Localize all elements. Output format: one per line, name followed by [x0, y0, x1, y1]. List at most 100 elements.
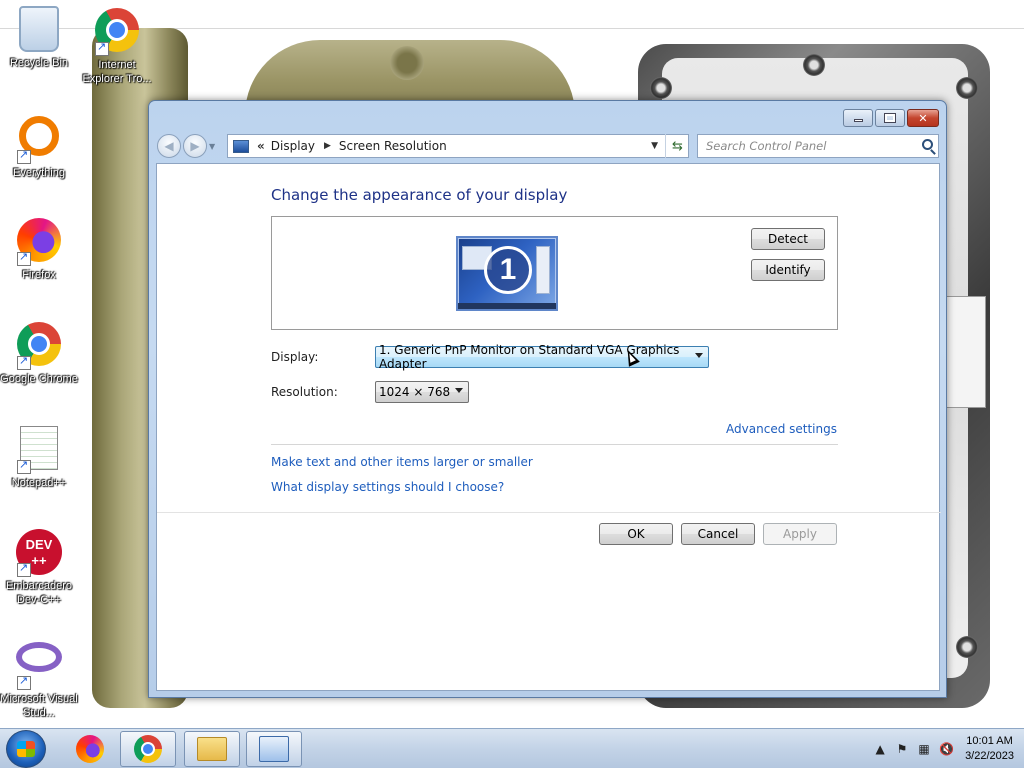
chevron-down-icon: ▼ [209, 141, 216, 151]
wallpaper-screw [956, 77, 978, 99]
nav-buttons: ◀ ▶ ▼ [157, 134, 219, 158]
monitor-window-shape [536, 246, 550, 294]
desktop-icon-label: Embarcadero Dev-C++ [5, 580, 73, 606]
desktop-icon-label: Firefox [22, 269, 56, 281]
folder-icon [197, 737, 227, 761]
identify-button[interactable]: Identify [751, 259, 825, 281]
breadcrumb-separator-icon[interactable]: ▶ [324, 141, 331, 151]
taskbar-chrome[interactable] [120, 731, 176, 767]
show-hidden-icons-button[interactable]: ▲ [873, 742, 887, 756]
start-button[interactable] [6, 730, 46, 768]
resolution-label: Resolution: [271, 385, 338, 399]
taskbar: ▲ ⚑ ▦ 🔇 10:01 AM 3/22/2023 [0, 728, 1024, 768]
detect-button[interactable]: Detect [751, 228, 825, 250]
desktop-icon-recycle-bin[interactable]: Recycle Bin [0, 6, 78, 70]
maximize-icon [884, 113, 896, 123]
search-box[interactable]: Search Control Panel [697, 134, 939, 158]
control-panel-icon [259, 736, 289, 762]
window-controls: ✕ [841, 109, 939, 127]
system-tray: ▲ ⚑ ▦ 🔇 10:01 AM 3/22/2023 [869, 729, 1014, 768]
recent-pages-button[interactable]: ▼ [209, 142, 219, 151]
wallpaper-screw [956, 636, 978, 658]
shortcut-arrow-icon [17, 250, 31, 266]
desktop-icon-label: Microsoft Visual Stud... [0, 693, 78, 719]
desktop-icon-internet-explorer[interactable]: Internet Explorer Tro... [78, 6, 156, 86]
network-icon[interactable]: ▦ [917, 742, 931, 756]
navigation-bar: ◀ ▶ ▼ « Display ▶ Screen Resolution ▼ ⇆ … [157, 134, 939, 158]
breadcrumb-overflow[interactable]: « [257, 139, 265, 153]
search-icon[interactable] [922, 139, 933, 150]
refresh-button[interactable]: ⇆ [665, 134, 689, 158]
back-button[interactable]: ◀ [157, 134, 181, 158]
screen-resolution-window: ✕ ◀ ▶ ▼ « Display ▶ Screen Resolution ▼ … [148, 100, 947, 698]
chevron-down-icon [695, 353, 703, 358]
monitor-number: 1 [484, 246, 532, 294]
taskbar-firefox[interactable] [62, 731, 118, 767]
taskbar-clock[interactable]: 10:01 AM 3/22/2023 [965, 734, 1014, 764]
shortcut-arrow-icon [17, 458, 31, 474]
separator [157, 512, 941, 513]
desktop-icon-notepad-plus-plus[interactable]: Notepad++ [0, 424, 78, 490]
windows-logo-icon [17, 741, 35, 757]
action-center-flag-icon[interactable]: ⚑ [895, 742, 909, 756]
resolution-select-value: 1024 × 768 [379, 385, 451, 399]
monitor-taskbar-shape [458, 303, 556, 309]
cancel-button[interactable]: Cancel [681, 523, 755, 545]
recycle-bin-icon [19, 6, 59, 52]
address-bar[interactable]: « Display ▶ Screen Resolution ▼ [227, 134, 689, 158]
wallpaper-screw [650, 77, 672, 99]
minimize-icon [853, 119, 863, 122]
desktop-icon-label: Notepad++ [11, 477, 67, 489]
desktop-icon-google-chrome[interactable]: Google Chrome [0, 320, 78, 386]
chrome-icon [134, 735, 162, 763]
wallpaper-screw [803, 54, 825, 76]
desktop-icon-label: Google Chrome [0, 373, 78, 385]
desktop-icon-firefox[interactable]: Firefox [0, 216, 78, 282]
desktop-icon-label: Recycle Bin [9, 57, 69, 69]
display-select[interactable]: 1. Generic PnP Monitor on Standard VGA G… [375, 343, 709, 371]
firefox-icon [76, 735, 104, 763]
monitor-1-thumbnail[interactable]: 1 [456, 236, 558, 311]
desktop-icon-label: Internet Explorer Tro... [82, 59, 152, 85]
desktop-icon-visual-studio[interactable]: Microsoft Visual Stud... [0, 632, 78, 720]
apply-button[interactable]: Apply [763, 523, 837, 545]
desktop-icon-everything[interactable]: Everything [0, 112, 78, 180]
desktop-icon-label: Everything [13, 167, 65, 179]
volume-muted-icon[interactable]: 🔇 [939, 742, 954, 756]
close-button[interactable]: ✕ [907, 109, 939, 127]
minimize-button[interactable] [843, 109, 873, 127]
desktop-icon-dev-cpp[interactable]: DEV ++ Embarcadero Dev-C++ [0, 528, 78, 607]
resolution-select[interactable]: 1024 × 768 [375, 381, 469, 403]
separator [271, 444, 838, 445]
close-icon: ✕ [918, 111, 928, 125]
shortcut-arrow-icon [17, 148, 31, 164]
advanced-settings-link[interactable]: Advanced settings [726, 422, 837, 436]
display-help-link[interactable]: What display settings should I choose? [271, 480, 504, 494]
taskbar-control-panel[interactable] [246, 731, 302, 767]
forward-button[interactable]: ▶ [183, 134, 207, 158]
ok-button[interactable]: OK [599, 523, 673, 545]
breadcrumb-item-screen-resolution[interactable]: Screen Resolution [339, 139, 447, 153]
content-pane: Change the appearance of your display 1 … [156, 163, 941, 691]
breadcrumb-item-display[interactable]: Display [271, 139, 315, 153]
shortcut-arrow-icon [95, 40, 109, 56]
shortcut-arrow-icon [17, 561, 31, 577]
text-size-link[interactable]: Make text and other items larger or smal… [271, 455, 533, 469]
maximize-button[interactable] [875, 109, 905, 127]
taskbar-file-explorer[interactable] [184, 731, 240, 767]
clock-time: 10:01 AM [966, 735, 1013, 747]
shortcut-arrow-icon [17, 674, 31, 690]
control-panel-display-icon [233, 139, 249, 153]
search-input-placeholder[interactable]: Search Control Panel [706, 139, 826, 153]
display-select-value: 1. Generic PnP Monitor on Standard VGA G… [379, 343, 680, 371]
back-arrow-icon: ◀ [164, 139, 174, 153]
dev-logo-text: DEV [25, 537, 53, 552]
wallpaper-ruler [946, 296, 986, 408]
display-label: Display: [271, 350, 319, 364]
monitor-arrangement-box: 1 Detect Identify [271, 216, 838, 330]
chevron-down-icon [455, 388, 463, 393]
page-title: Change the appearance of your display [271, 186, 568, 204]
dev-logo-sub: ++ [31, 553, 47, 568]
clock-date: 3/22/2023 [965, 750, 1014, 762]
address-dropdown-icon[interactable]: ▼ [651, 141, 658, 151]
